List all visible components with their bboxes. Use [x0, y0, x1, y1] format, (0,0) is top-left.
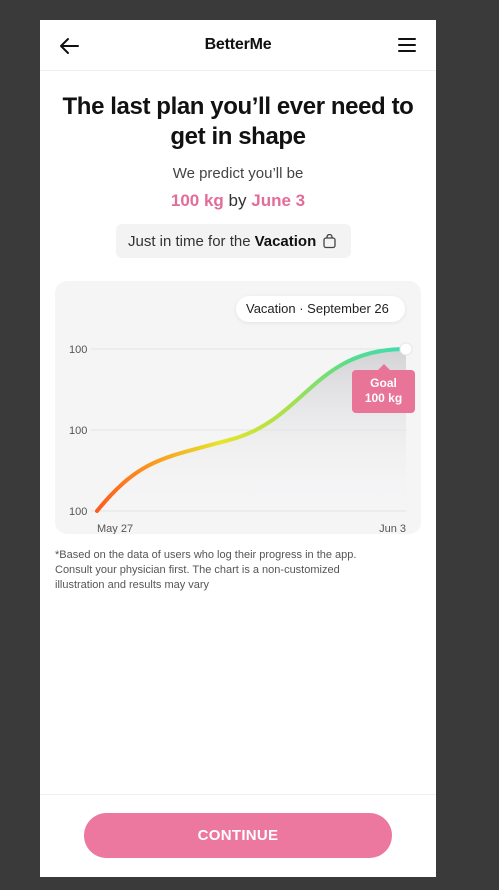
prediction-result: 100 kg by June 3	[40, 191, 436, 211]
y-tick-label: 100	[69, 344, 87, 356]
disclaimer-text: *Based on the data of users who log thei…	[55, 549, 357, 591]
x-tick-label: May 27	[97, 523, 133, 534]
brand-logo: BetterMe	[204, 36, 272, 53]
hamburger-menu-icon[interactable]	[398, 37, 416, 53]
event-chip-name: Vacation	[254, 232, 317, 250]
goal-badge-value: 100 kg	[364, 391, 403, 405]
chart-end-point	[399, 342, 413, 356]
target-weight: 100 kg	[170, 191, 224, 210]
event-chip-prefix: Just in time for the	[128, 232, 251, 250]
event-chip: Just in time for the Vacation	[116, 224, 352, 258]
footer-bar: CONTINUE	[40, 794, 436, 877]
y-tick-label: 100	[69, 425, 87, 437]
target-date: June 3	[251, 191, 306, 210]
app-header: BetterMe	[40, 20, 436, 71]
shopping-bag-icon	[323, 233, 336, 248]
y-tick-label: 100	[69, 506, 87, 518]
goal-badge-label: Goal	[370, 376, 397, 390]
by-label: by	[228, 191, 247, 210]
page-title: The last plan you’ll ever need to get in…	[62, 93, 414, 150]
chart-event-callout: Vacation · September 26	[236, 296, 405, 322]
phone-screen: BetterMe The last plan you’ll ever need …	[40, 20, 436, 877]
x-tick-label: Jun 3	[379, 523, 406, 534]
goal-badge: Goal 100 kg	[352, 364, 415, 413]
weight-chart: 100 100 100 May 27 Jun 3 Vacation · Septembe…	[55, 281, 421, 534]
prediction-text: We predict you’ll be	[172, 165, 304, 182]
continue-button[interactable]: CONTINUE	[84, 813, 392, 858]
